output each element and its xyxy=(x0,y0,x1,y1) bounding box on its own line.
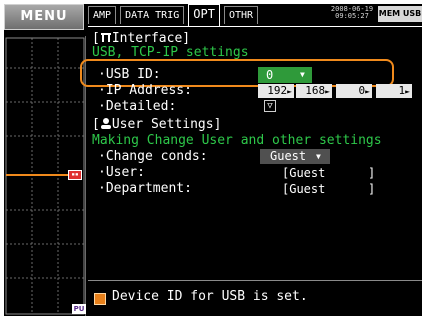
user-icon xyxy=(100,118,111,129)
detailed-row: ·Detailed: xyxy=(98,99,177,114)
change-conds-value: Guest xyxy=(270,149,307,163)
trigger-marker-icon: ▪▪ xyxy=(68,170,82,180)
tab-amp[interactable]: AMP xyxy=(88,6,117,24)
user-settings-header: [User Settings] xyxy=(92,117,222,132)
ip-address-label: IP Address: xyxy=(105,83,192,98)
detailed-expand-button[interactable]: ▽ xyxy=(264,100,276,112)
message-bar: Device ID for USB is set. xyxy=(88,280,422,316)
usb-id-row: ·USB ID: xyxy=(98,67,161,82)
user-value-close: ] xyxy=(368,166,376,180)
change-conds-row: ·Change conds: xyxy=(98,149,208,164)
department-row: ·Department: xyxy=(98,181,192,196)
time-text: 09:05:27 xyxy=(335,12,369,20)
usb-id-select[interactable]: 0 ▼ xyxy=(258,67,312,83)
ip-octet-3[interactable]: 0► xyxy=(336,84,372,98)
info-icon xyxy=(94,293,106,305)
device-screen: MENU ▪▪ PU AMP DATA TRIG OPT OTHR 2008-0… xyxy=(4,4,422,316)
message-text: Device ID for USB is set. xyxy=(112,289,308,304)
usb-id-label: USB ID: xyxy=(105,67,161,82)
menu-button[interactable]: MENU xyxy=(4,4,84,30)
ip-octet-1[interactable]: 192► xyxy=(258,84,294,98)
ip-address-row: ·IP Address: xyxy=(98,83,192,98)
change-conds-label: Change conds: xyxy=(105,149,208,164)
ip-octet-2[interactable]: 168► xyxy=(296,84,332,98)
tab-bar: AMP DATA TRIG OPT OTHR xyxy=(88,4,262,26)
waveform-preview: ▪▪ PU xyxy=(4,36,86,316)
tab-othr[interactable]: OTHR xyxy=(223,6,259,24)
department-label: Department: xyxy=(105,181,192,196)
channel-label: PU xyxy=(72,304,86,314)
detailed-label: Detailed: xyxy=(105,99,177,114)
department-value-close: ] xyxy=(368,182,376,196)
user-row: ·User: xyxy=(98,165,145,180)
chevron-down-icon: ▼ xyxy=(300,70,305,79)
department-value-field[interactable]: [Guest xyxy=(282,181,325,197)
datetime-display: 2008-06-19 09:05:27 xyxy=(328,6,376,22)
interface-icon xyxy=(100,33,111,42)
mem-usb-badge: MEM USB xyxy=(378,6,422,22)
tab-opt[interactable]: OPT xyxy=(188,4,220,26)
chevron-down-icon: ▼ xyxy=(316,152,321,161)
user-settings-subtitle: Making Change User and other settings xyxy=(92,133,382,148)
settings-panel: [Interface] USB, TCP-IP settings ·USB ID… xyxy=(80,26,422,278)
user-label: User: xyxy=(105,165,145,180)
user-value-field[interactable]: [Guest xyxy=(282,165,325,181)
chevron-down-icon: ▽ xyxy=(267,101,273,111)
tab-data-trig[interactable]: DATA TRIG xyxy=(120,6,185,24)
change-conds-select[interactable]: Guest ▼ xyxy=(260,149,330,164)
ip-octet-4[interactable]: 1► xyxy=(376,84,412,98)
usb-id-value: 0 xyxy=(266,68,274,82)
